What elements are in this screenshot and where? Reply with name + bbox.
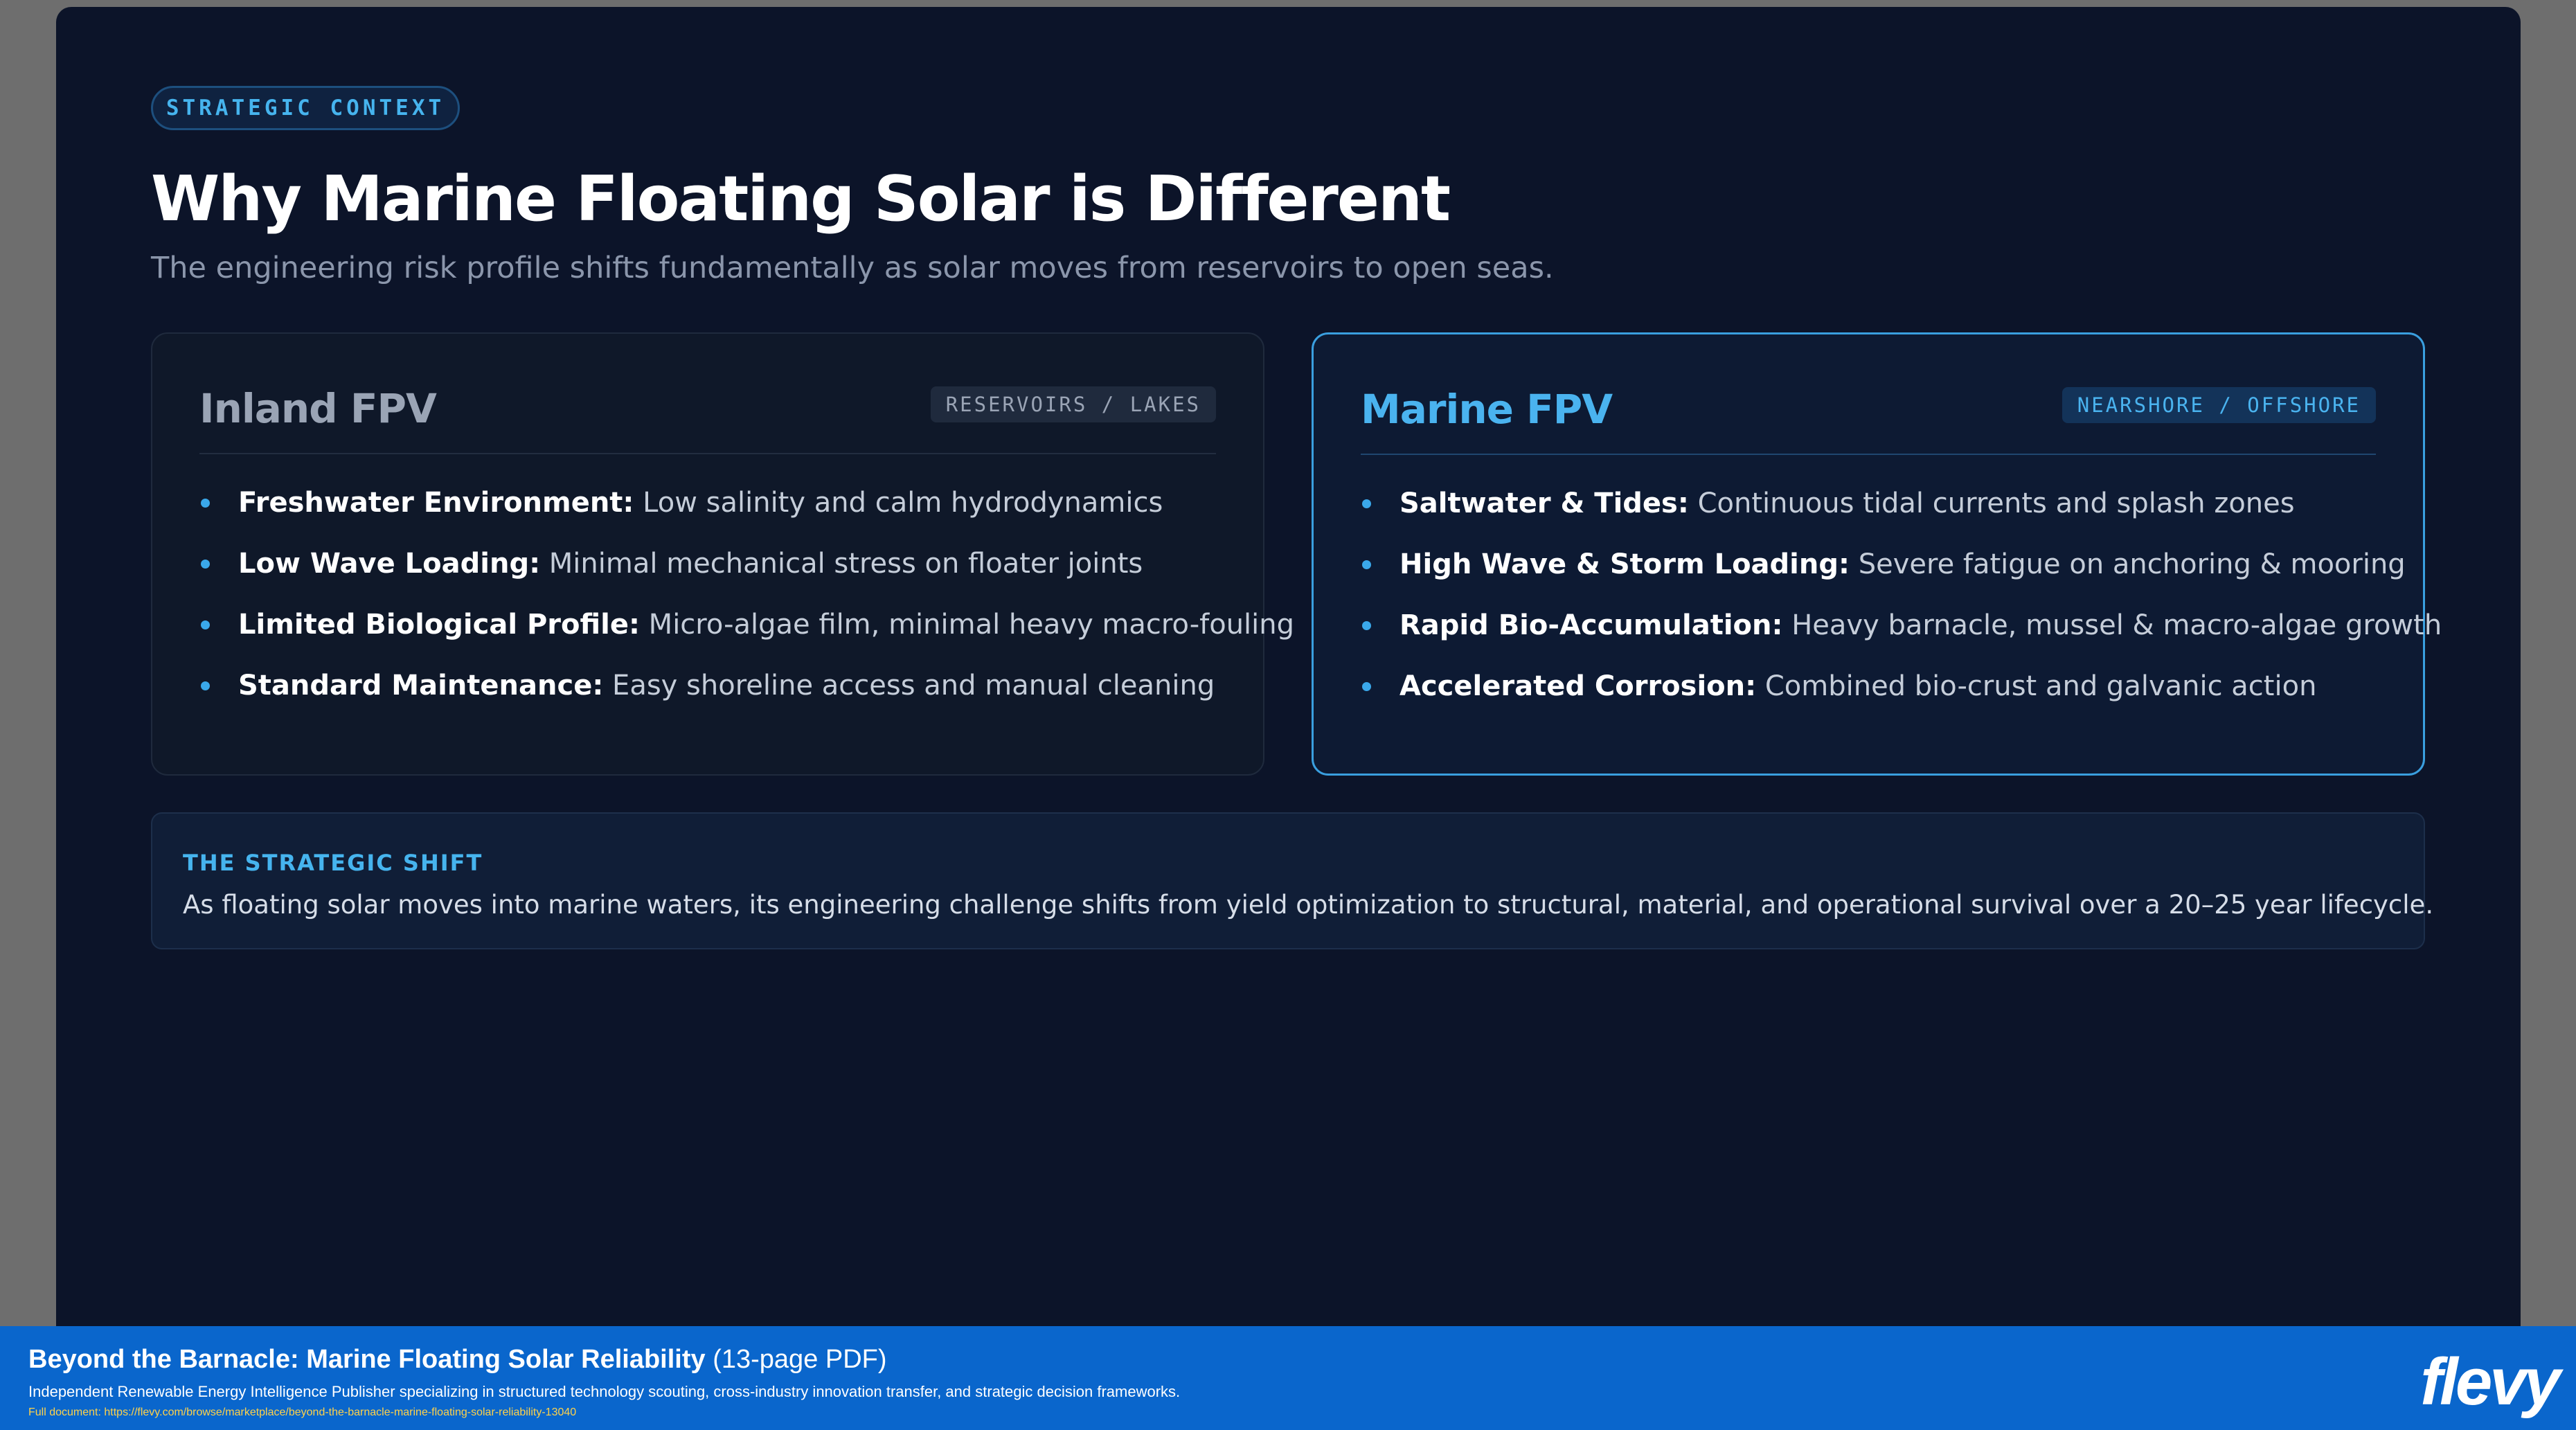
bullet-label: Accelerated Corrosion: [1399, 670, 1757, 702]
flevy-logo[interactable]: flevy [2420, 1344, 2561, 1420]
marine-bullet: High Wave & Storm Loading: Severe fatigu… [1361, 534, 2406, 595]
marine-bullet-list: Saltwater & Tides: Continuous tidal curr… [1361, 473, 2442, 717]
marine-bullet: Accelerated Corrosion: Combined bio-crus… [1361, 656, 2395, 717]
inland-bullet: Standard Maintenance: Easy shoreline acc… [199, 655, 1235, 716]
document-footer-banner: Beyond the Barnacle: Marine Floating Sol… [0, 1326, 2576, 1430]
inland-bullet: Low Wave Loading: Minimal mechanical str… [199, 533, 1235, 594]
inland-bullet: Limited Biological Profile: Micro-algae … [199, 594, 1294, 655]
marine-card-tag: NEARSHORE / OFFSHORE [2061, 387, 2376, 423]
bullet-dot-icon [201, 560, 210, 569]
bullet-dot-icon [1362, 560, 1371, 569]
bullet-label: Rapid Bio-Accumulation: [1399, 609, 1783, 641]
marine-bullet: Saltwater & Tides: Continuous tidal curr… [1361, 473, 2395, 534]
strategic-shift-callout: THE STRATEGIC SHIFT As floating solar mo… [151, 812, 2433, 949]
bullet-dot-icon [1362, 499, 1371, 508]
bullet-dot-icon [201, 681, 210, 690]
bullet-label: Limited Biological Profile: [238, 609, 640, 641]
slide: STRATEGIC CONTEXT Why Marine Floating So… [56, 7, 2521, 1326]
bullet-text: Micro-algae film, minimal heavy macro-fo… [639, 609, 1295, 641]
marine-card-divider [1361, 454, 2376, 455]
inland-fpv-card: Inland FPV RESERVOIRS / LAKES Freshwater… [151, 332, 1294, 776]
page-subtitle: The engineering risk profile shifts fund… [151, 251, 1554, 285]
footer-title: Beyond the Barnacle: Marine Floating Sol… [28, 1340, 887, 1379]
marine-bullet: Rapid Bio-Accumulation: Heavy barnacle, … [1361, 595, 2442, 656]
bullet-text: Severe fatigue on anchoring & mooring [1850, 548, 2406, 580]
bullet-label: Saltwater & Tides: [1399, 488, 1689, 519]
inland-card-tag: RESERVOIRS / LAKES [930, 386, 1216, 422]
page-title: Why Marine Floating Solar is Different [151, 163, 1451, 235]
bullet-text: Combined bio-crust and galvanic action [1756, 670, 2317, 702]
bullet-text: Minimal mechanical stress on floater joi… [540, 548, 1143, 580]
bullet-dot-icon [201, 499, 210, 508]
section-pill: STRATEGIC CONTEXT [151, 86, 460, 130]
footer-publisher-description: Independent Renewable Energy Intelligenc… [28, 1383, 1181, 1400]
marine-fpv-card: Marine FPV NEARSHORE / OFFSHORE Saltwate… [1312, 332, 2442, 776]
bullet-text: Heavy barnacle, mussel & macro-algae gro… [1782, 609, 2442, 641]
strategic-shift-label: THE STRATEGIC SHIFT [183, 850, 483, 876]
footer-document-title[interactable]: Beyond the Barnacle: Marine Floating Sol… [28, 1345, 706, 1374]
inland-card-title: Inland FPV [199, 385, 437, 432]
bullet-label: Low Wave Loading: [238, 548, 541, 580]
bullet-dot-icon [201, 620, 210, 629]
footer-page-count: (13-page PDF) [705, 1345, 887, 1374]
inland-card-divider [199, 453, 1216, 454]
marine-card-title: Marine FPV [1361, 386, 1613, 433]
bullet-text: Continuous tidal currents and splash zon… [1688, 488, 2295, 519]
bullet-dot-icon [1362, 621, 1371, 630]
inland-bullet: Freshwater Environment: Low salinity and… [199, 472, 1235, 533]
footer-document-link[interactable]: Full document: https://flevy.com/browse/… [28, 1405, 576, 1420]
strategic-shift-text: As floating solar moves into marine wate… [183, 890, 2434, 920]
bullet-label: High Wave & Storm Loading: [1399, 548, 1850, 580]
bullet-text: Easy shoreline access and manual cleanin… [603, 670, 1215, 701]
inland-bullet-list: Freshwater Environment: Low salinity and… [199, 472, 1294, 716]
bullet-text: Low salinity and calm hydrodynamics [634, 487, 1163, 519]
bullet-label: Standard Maintenance: [238, 670, 604, 701]
bullet-dot-icon [1362, 682, 1371, 691]
bullet-label: Freshwater Environment: [238, 487, 634, 519]
